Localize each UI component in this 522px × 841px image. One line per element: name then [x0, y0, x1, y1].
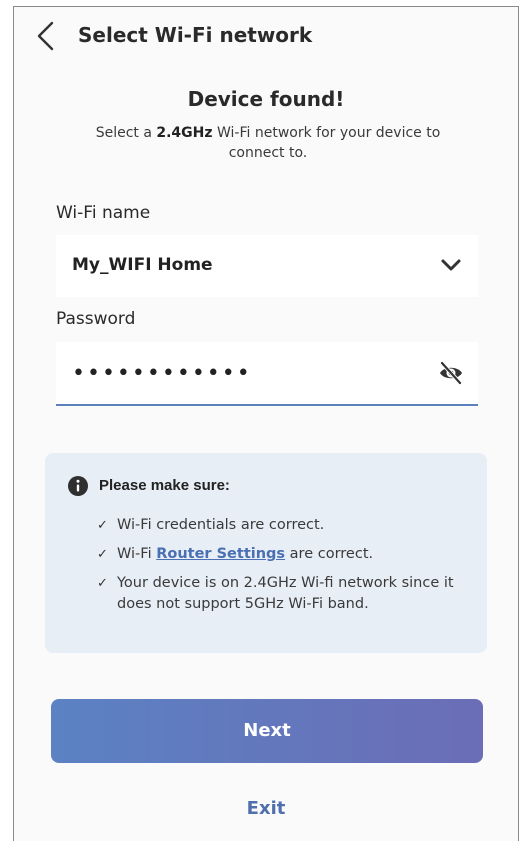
- chevron-left-icon: [37, 21, 54, 51]
- checklist-item-suffix: are correct.: [285, 546, 374, 562]
- password-label: Password: [56, 309, 136, 329]
- please-make-sure-box: Please make sure: ✓ Wi-Fi credentials ar…: [45, 453, 487, 653]
- header: Select Wi-Fi network: [14, 7, 518, 65]
- checklist: ✓ Wi-Fi credentials are correct. ✓ Wi-Fi…: [97, 515, 469, 623]
- password-field: [56, 342, 478, 406]
- instruction-suffix: Wi-Fi network for your device to connect…: [212, 125, 441, 161]
- app-frame: Select Wi-Fi network Device found! Selec…: [13, 6, 519, 841]
- wifi-name-select[interactable]: My_WIFI Home: [56, 235, 478, 297]
- check-icon: ✓: [97, 518, 108, 533]
- notice-title: Please make sure:: [99, 477, 230, 494]
- list-item: ✓ Wi-Fi Router Settings are correct.: [97, 544, 469, 565]
- device-found-heading: Device found!: [187, 87, 345, 111]
- wifi-name-value: My_WIFI Home: [72, 255, 213, 275]
- router-settings-link[interactable]: Router Settings: [156, 546, 285, 562]
- check-icon: ✓: [97, 547, 108, 562]
- instruction-band: 2.4GHz: [156, 125, 213, 141]
- password-input[interactable]: [70, 356, 414, 390]
- info-icon: [68, 476, 88, 496]
- back-button[interactable]: [34, 19, 60, 53]
- checklist-item-text: Wi-Fi credentials are correct.: [117, 517, 325, 533]
- check-icon: ✓: [97, 576, 108, 591]
- instruction-text: Select a 2.4GHz Wi-Fi network for your d…: [74, 123, 462, 163]
- page-title: Select Wi-Fi network: [78, 23, 313, 47]
- next-button[interactable]: Next: [51, 699, 483, 763]
- list-item: ✓ Your device is on 2.4GHz Wi-fi network…: [97, 573, 469, 615]
- chevron-down-icon: [441, 259, 461, 271]
- checklist-item-text: Your device is on 2.4GHz Wi-fi network s…: [117, 575, 454, 612]
- checklist-item-prefix: Wi-Fi: [117, 546, 157, 562]
- exit-button[interactable]: Exit: [14, 798, 518, 819]
- eye-off-icon[interactable]: [438, 360, 464, 386]
- instruction-prefix: Select a: [95, 125, 157, 141]
- list-item: ✓ Wi-Fi credentials are correct.: [97, 515, 469, 536]
- wifi-name-label: Wi-Fi name: [56, 203, 151, 223]
